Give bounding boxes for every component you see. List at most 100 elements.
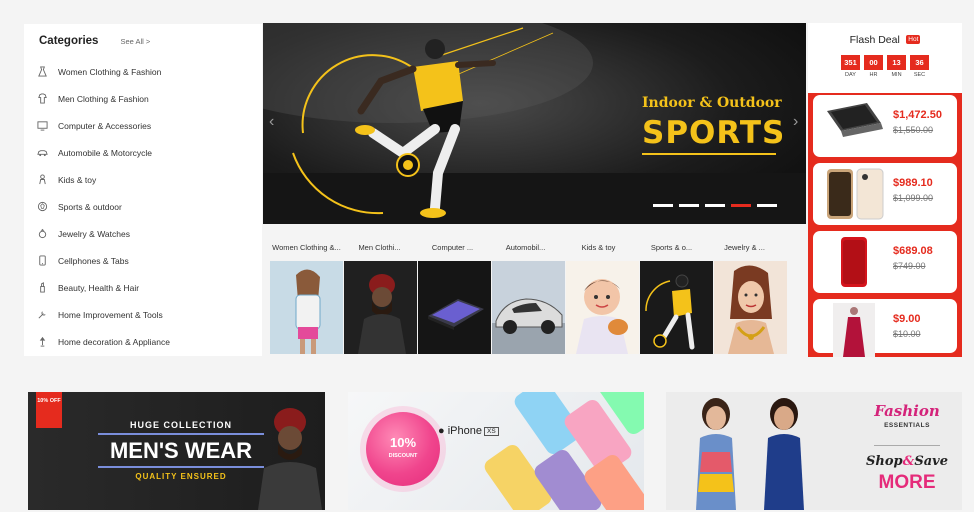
thumbnail-images [270,261,808,354]
flash-deal-panel: Flash Deal Hot 351 DAY 00 HR 13 MIN 36 SEC $1,4… [808,23,962,357]
promo-divider [98,466,264,468]
automobile-thumbnail[interactable] [492,261,565,354]
thumbnail-label[interactable]: Automobil... [489,243,562,252]
slider-dot[interactable] [679,204,699,207]
slider-dots [653,204,777,207]
thumbnail-label[interactable]: Men Clothi... [343,243,416,252]
hero-slider[interactable]: ‹ › Indoor & Outdoor SPORTS [263,23,806,224]
slider-dot[interactable] [757,204,777,207]
tools-icon [36,309,48,321]
save-word: Save [914,454,948,469]
category-label: Men Clothing & Fashion [58,93,149,104]
hero-title-underline [642,153,776,155]
timer-unit: 00 HR [864,55,883,78]
timer-value: 36 [910,55,929,70]
flash-deal-header: Flash Deal Hot 351 DAY 00 HR 13 MIN 36 SEC [808,23,962,93]
category-thumbnails: Women Clothing &... Men Clothi... Computer… [270,235,808,355]
deal-price: $989.10 [893,177,933,189]
car-icon [36,147,48,159]
red-phone-product-image [841,237,867,287]
sports-thumbnail[interactable] [640,261,713,354]
computer-icon [36,120,48,132]
jewelry-thumbnail[interactable] [714,261,787,354]
iphone-promo-banner[interactable]: 10% DISCOUNT ● iPhone XS [348,392,644,510]
thumbnail-label[interactable]: Women Clothing &... [270,243,343,252]
timer-value: 351 [841,55,860,70]
ring-icon [36,228,48,240]
fashion-subtitle: ESSENTIALS [884,422,930,429]
category-label: Home decoration & Appliance [58,336,170,347]
lamp-icon [36,336,48,348]
category-label: Computer & Accessories [58,120,152,131]
deal-price: $9.00 [893,313,921,325]
men-clothing-thumbnail[interactable] [344,261,417,354]
flash-deal-item[interactable]: $689.08 $749.00 [813,231,957,293]
kids-toy-thumbnail[interactable] [566,261,639,354]
thumbnail-label[interactable]: Kids & toy [562,243,635,252]
category-item[interactable]: Home Improvement & Tools [24,301,262,328]
category-item[interactable]: Women Clothing & Fashion [24,58,262,85]
apple-logo-icon: ● [438,425,445,437]
timer-unit: 351 DAY [841,55,860,78]
hero-prev-arrow[interactable]: ‹ [269,113,274,131]
category-item[interactable]: Home decoration & Appliance [24,328,262,355]
countdown-timer: 351 DAY 00 HR 13 MIN 36 SEC [808,55,962,78]
dress-product-image [833,303,875,357]
promo-divider [874,445,940,446]
ball-icon [36,201,48,213]
slider-dot[interactable] [705,204,725,207]
promo-subtitle: QUALITY ENSURED [135,472,227,481]
timer-value: 13 [887,55,906,70]
hero-next-arrow[interactable]: › [793,113,798,131]
flash-deal-item[interactable]: $1,472.50 $1,550.00 [813,95,957,157]
thumbnail-label[interactable]: Sports & o... [635,243,708,252]
iphone-product-image [827,168,884,220]
deal-old-price: $10.00 [893,329,921,339]
thumbnail-label[interactable]: Computer ... [416,243,489,252]
promo-divider [98,433,264,435]
promo-tagline: HUGE COLLECTION [130,420,232,430]
category-label: Home Improvement & Tools [58,309,163,320]
women-clothing-thumbnail[interactable] [270,261,343,354]
ampersand: & [902,454,915,469]
shop-save-text: Shop&Save [862,454,952,469]
promo-title: MEN'S WEAR [109,438,253,463]
laptop-product-image [827,103,883,137]
hero-subtitle: Indoor & Outdoor [642,95,782,111]
iphone-model: XS [483,427,499,436]
computer-thumbnail[interactable] [418,261,491,354]
category-label: Beauty, Health & Hair [58,282,140,293]
timer-label: MIN [891,72,902,78]
discount-label: DISCOUNT [388,453,418,459]
shirt-icon [36,93,48,105]
category-item[interactable]: Automobile & Motorcycle [24,139,262,166]
category-item[interactable]: Computer & Accessories [24,112,262,139]
phone-icon [36,255,48,267]
category-list: Women Clothing & Fashion Men Clothing & F… [24,58,262,355]
see-all-link[interactable]: See All > [120,37,150,46]
deal-old-price: $1,550.00 [893,125,934,135]
category-item[interactable]: Kids & toy [24,166,262,193]
flash-deal-item[interactable]: $9.00 $10.00 [813,299,957,357]
category-item[interactable]: Sports & outdoor [24,193,262,220]
storefront-page: Categories See All > Women Clothing & Fa… [0,0,974,512]
iphone-label: iPhone [447,425,482,437]
category-item[interactable]: Jewelry & Watches [24,220,262,247]
slider-dot[interactable] [653,204,673,207]
flash-deal-item[interactable]: $989.10 $1,099.00 [813,163,957,225]
deal-old-price: $1,099.00 [893,193,934,203]
category-item[interactable]: Cellphones & Tabs [24,247,262,274]
fashion-promo-banner[interactable]: Fashion ESSENTIALS Shop&Save MORE [666,392,962,510]
mens-wear-promo-banner[interactable]: 10% OFF HUGE COLLECTION MEN'S WEAR QUALI… [28,392,325,510]
iphone-gradients-image [484,392,644,510]
categories-title: Categories [39,35,99,47]
hot-badge: Hot [906,35,921,44]
slider-dot[interactable] [731,204,751,207]
more-text: MORE [878,472,936,493]
category-item[interactable]: Beauty, Health & Hair [24,274,262,301]
thumbnail-label[interactable]: Jewelry & ... [708,243,781,252]
category-label: Kids & toy [58,174,97,185]
iphone-brand: ● iPhone XS [438,425,499,437]
flash-deal-title: Flash Deal [849,34,900,46]
category-item[interactable]: Men Clothing & Fashion [24,85,262,112]
